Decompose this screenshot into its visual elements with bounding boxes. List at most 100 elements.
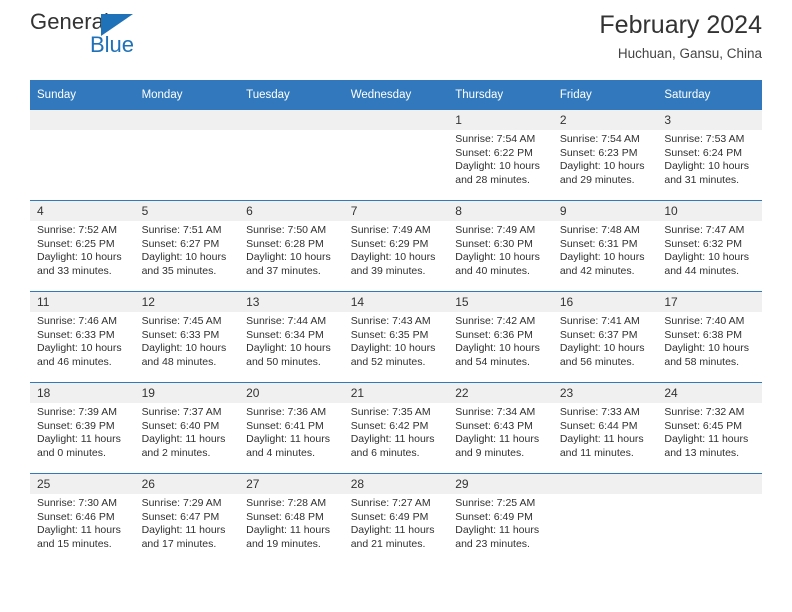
- day-info: Sunrise: 7:33 AM Sunset: 6:44 PM Dayligh…: [553, 403, 658, 460]
- sunrise-text: Sunrise: 7:47 AM: [664, 224, 745, 236]
- day-info: [344, 130, 449, 133]
- day-info: Sunrise: 7:27 AM Sunset: 6:49 PM Dayligh…: [344, 494, 449, 551]
- day-info: Sunrise: 7:37 AM Sunset: 6:40 PM Dayligh…: [135, 403, 240, 460]
- day-cell[interactable]: [657, 473, 762, 564]
- day-cell[interactable]: 22 Sunrise: 7:34 AM Sunset: 6:43 PM Dayl…: [448, 382, 553, 474]
- day-cell[interactable]: 9 Sunrise: 7:48 AM Sunset: 6:31 PM Dayli…: [552, 200, 658, 292]
- sunset-text: Sunset: 6:48 PM: [246, 510, 324, 523]
- day-cell[interactable]: 16 Sunrise: 7:41 AM Sunset: 6:37 PM Dayl…: [552, 291, 658, 383]
- day-cell[interactable]: 15 Sunrise: 7:42 AM Sunset: 6:36 PM Dayl…: [448, 291, 553, 383]
- day-number: 6: [239, 201, 344, 221]
- calendar-week-row: 4 Sunrise: 7:52 AM Sunset: 6:25 PM Dayli…: [30, 200, 762, 292]
- day-number: 26: [134, 474, 240, 494]
- day-number: 24: [657, 383, 762, 403]
- day-number: 8: [448, 201, 553, 221]
- daylight-text: Daylight: 11 hours and 17 minutes.: [141, 524, 226, 550]
- weekday-header-monday: Monday: [134, 80, 240, 110]
- daylight-text: Daylight: 10 hours and 33 minutes.: [37, 251, 122, 277]
- calendar-body: 1 Sunrise: 7:54 AM Sunset: 6:22 PM Dayli…: [30, 110, 762, 564]
- day-number: 22: [448, 383, 553, 403]
- sunset-text: Sunset: 6:30 PM: [455, 237, 533, 250]
- day-info: Sunrise: 7:47 AM Sunset: 6:32 PM Dayligh…: [657, 221, 762, 278]
- daylight-text: Daylight: 11 hours and 21 minutes.: [350, 524, 435, 550]
- sunset-text: Sunset: 6:22 PM: [455, 146, 533, 159]
- daylight-text: Daylight: 11 hours and 6 minutes.: [350, 433, 435, 459]
- sunrise-text: Sunrise: 7:46 AM: [37, 315, 117, 327]
- day-cell[interactable]: [134, 110, 240, 201]
- day-cell[interactable]: 11 Sunrise: 7:46 AM Sunset: 6:33 PM Dayl…: [30, 291, 135, 383]
- day-number: 23: [552, 383, 658, 403]
- day-cell[interactable]: 1 Sunrise: 7:54 AM Sunset: 6:22 PM Dayli…: [448, 110, 553, 201]
- day-cell[interactable]: 20 Sunrise: 7:36 AM Sunset: 6:41 PM Dayl…: [239, 382, 344, 474]
- day-info: Sunrise: 7:30 AM Sunset: 6:46 PM Dayligh…: [30, 494, 135, 551]
- day-cell[interactable]: 3 Sunrise: 7:53 AM Sunset: 6:24 PM Dayli…: [657, 110, 762, 201]
- daylight-text: Daylight: 10 hours and 48 minutes.: [141, 342, 227, 368]
- sunrise-text: Sunrise: 7:52 AM: [37, 224, 117, 236]
- daylight-text: Daylight: 10 hours and 46 minutes.: [37, 342, 122, 368]
- daylight-text: Daylight: 10 hours and 50 minutes.: [246, 342, 331, 368]
- daylight-text: Daylight: 10 hours and 56 minutes.: [559, 342, 645, 368]
- daylight-text: Daylight: 11 hours and 9 minutes.: [455, 433, 540, 459]
- day-cell[interactable]: 14 Sunrise: 7:43 AM Sunset: 6:35 PM Dayl…: [343, 291, 449, 383]
- day-info: Sunrise: 7:44 AM Sunset: 6:34 PM Dayligh…: [239, 312, 344, 369]
- day-number: 3: [657, 110, 762, 130]
- day-cell[interactable]: 13 Sunrise: 7:44 AM Sunset: 6:34 PM Dayl…: [239, 291, 344, 383]
- day-cell[interactable]: [239, 110, 344, 201]
- calendar-week-row: 18 Sunrise: 7:39 AM Sunset: 6:39 PM Dayl…: [30, 382, 762, 474]
- day-cell[interactable]: 2 Sunrise: 7:54 AM Sunset: 6:23 PM Dayli…: [552, 110, 658, 201]
- day-cell[interactable]: 25 Sunrise: 7:30 AM Sunset: 6:46 PM Dayl…: [30, 473, 135, 564]
- sunset-text: Sunset: 6:49 PM: [455, 510, 533, 523]
- sunrise-text: Sunrise: 7:48 AM: [559, 224, 640, 236]
- day-cell[interactable]: 28 Sunrise: 7:27 AM Sunset: 6:49 PM Dayl…: [343, 473, 449, 564]
- day-cell[interactable]: 29 Sunrise: 7:25 AM Sunset: 6:49 PM Dayl…: [448, 473, 553, 564]
- daylight-text: Daylight: 11 hours and 23 minutes.: [455, 524, 540, 550]
- day-cell[interactable]: 10 Sunrise: 7:47 AM Sunset: 6:32 PM Dayl…: [657, 200, 762, 292]
- day-cell[interactable]: 26 Sunrise: 7:29 AM Sunset: 6:47 PM Dayl…: [134, 473, 240, 564]
- daylight-text: Daylight: 11 hours and 4 minutes.: [246, 433, 330, 459]
- sunrise-text: Sunrise: 7:49 AM: [350, 224, 431, 236]
- day-info: Sunrise: 7:53 AM Sunset: 6:24 PM Dayligh…: [657, 130, 762, 187]
- day-number: 7: [343, 201, 449, 221]
- sunset-text: Sunset: 6:47 PM: [141, 510, 220, 523]
- day-number: 29: [448, 474, 553, 494]
- sunrise-text: Sunrise: 7:29 AM: [141, 497, 222, 509]
- sunrise-text: Sunrise: 7:40 AM: [664, 315, 745, 327]
- day-cell[interactable]: 6 Sunrise: 7:50 AM Sunset: 6:28 PM Dayli…: [239, 200, 344, 292]
- sunrise-text: Sunrise: 7:44 AM: [246, 315, 327, 327]
- day-cell[interactable]: 4 Sunrise: 7:52 AM Sunset: 6:25 PM Dayli…: [30, 200, 135, 292]
- brand-logo[interactable]: General Blue: [30, 8, 200, 66]
- day-cell[interactable]: [30, 110, 135, 201]
- day-cell[interactable]: 24 Sunrise: 7:32 AM Sunset: 6:45 PM Dayl…: [657, 382, 762, 474]
- day-cell[interactable]: 8 Sunrise: 7:49 AM Sunset: 6:30 PM Dayli…: [448, 200, 553, 292]
- sunrise-text: Sunrise: 7:51 AM: [141, 224, 222, 236]
- daylight-text: Daylight: 11 hours and 2 minutes.: [141, 433, 226, 459]
- day-cell[interactable]: 27 Sunrise: 7:28 AM Sunset: 6:48 PM Dayl…: [239, 473, 344, 564]
- calendar-week-row: 1 Sunrise: 7:54 AM Sunset: 6:22 PM Dayli…: [30, 110, 762, 201]
- day-cell[interactable]: 5 Sunrise: 7:51 AM Sunset: 6:27 PM Dayli…: [134, 200, 240, 292]
- sunrise-text: Sunrise: 7:36 AM: [246, 406, 327, 418]
- day-info: Sunrise: 7:51 AM Sunset: 6:27 PM Dayligh…: [135, 221, 240, 278]
- day-info: Sunrise: 7:34 AM Sunset: 6:43 PM Dayligh…: [448, 403, 553, 460]
- day-info: Sunrise: 7:54 AM Sunset: 6:23 PM Dayligh…: [553, 130, 658, 187]
- day-cell[interactable]: 17 Sunrise: 7:40 AM Sunset: 6:38 PM Dayl…: [657, 291, 762, 383]
- day-info: Sunrise: 7:40 AM Sunset: 6:38 PM Dayligh…: [657, 312, 762, 369]
- sunset-text: Sunset: 6:45 PM: [664, 419, 743, 432]
- day-cell[interactable]: [343, 110, 449, 201]
- sunrise-text: Sunrise: 7:30 AM: [37, 497, 117, 509]
- page-title: February 2024: [599, 11, 762, 39]
- day-cell[interactable]: [552, 473, 658, 564]
- daylight-text: Daylight: 11 hours and 15 minutes.: [37, 524, 121, 550]
- day-info: [553, 494, 658, 497]
- day-cell[interactable]: 19 Sunrise: 7:37 AM Sunset: 6:40 PM Dayl…: [134, 382, 240, 474]
- day-cell[interactable]: 21 Sunrise: 7:35 AM Sunset: 6:42 PM Dayl…: [343, 382, 449, 474]
- sunrise-text: Sunrise: 7:53 AM: [664, 133, 745, 145]
- day-info: [239, 130, 344, 133]
- sunrise-text: Sunrise: 7:54 AM: [559, 133, 640, 145]
- day-number: 10: [657, 201, 762, 221]
- day-cell[interactable]: 12 Sunrise: 7:45 AM Sunset: 6:33 PM Dayl…: [134, 291, 240, 383]
- day-cell[interactable]: 23 Sunrise: 7:33 AM Sunset: 6:44 PM Dayl…: [552, 382, 658, 474]
- day-cell[interactable]: 7 Sunrise: 7:49 AM Sunset: 6:29 PM Dayli…: [343, 200, 449, 292]
- day-number: [134, 110, 240, 130]
- day-cell[interactable]: 18 Sunrise: 7:39 AM Sunset: 6:39 PM Dayl…: [30, 382, 135, 474]
- daylight-text: Daylight: 10 hours and 40 minutes.: [455, 251, 540, 277]
